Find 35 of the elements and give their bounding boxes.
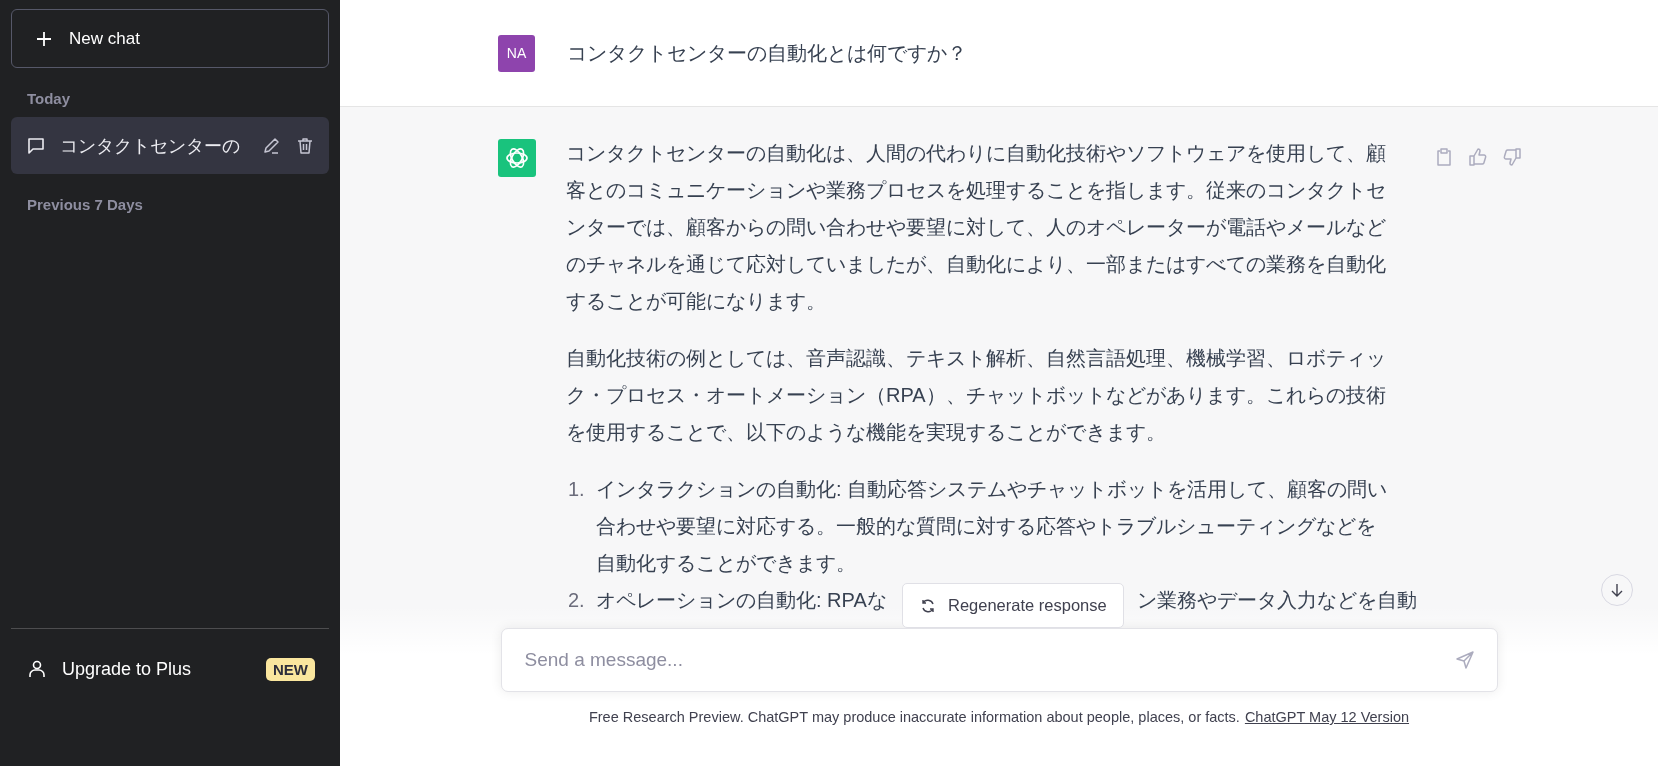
- new-badge: NEW: [266, 657, 315, 681]
- trash-icon[interactable]: [295, 135, 315, 156]
- edit-icon[interactable]: [261, 135, 281, 156]
- thumbs-up-icon[interactable]: [1468, 147, 1488, 167]
- list-item-text: オペレーションの自動化: RPAな: [596, 589, 887, 611]
- assistant-logo-icon: [498, 139, 536, 177]
- scroll-down-button[interactable]: [1601, 574, 1633, 606]
- user-icon: [28, 659, 46, 679]
- user-avatar: NA: [498, 34, 535, 72]
- list-item-text: ン業務やデータ入力などを自動: [1136, 589, 1417, 611]
- regenerate-response-button[interactable]: Regenerate response: [902, 583, 1124, 628]
- user-message: コンタクトセンターの自動化とは何ですか？: [567, 40, 967, 66]
- thumbs-down-icon[interactable]: [1502, 147, 1522, 167]
- response-paragraph: コンタクトセンターの自動化は、人間の代わりに自動化技術やソフトウェアを使用して、顧客とのコミュニケーションや業務プロセスを処理することを指します。従来のコンタクトセンターでは、顧客からの問い合わせや要望に対して、人のオペレーターが電話やメールなどのチャネルを通じて応対していましたが、自動化により、一部またはすべての業務を自動化することが可能になります。: [566, 141, 1387, 314]
- arrow-down-icon: [1609, 582, 1625, 598]
- section-heading: Previous 7 Days: [26, 196, 144, 213]
- version-link[interactable]: ChatGPT May 12 Version: [1244, 709, 1410, 725]
- copy-icon[interactable]: [1434, 147, 1454, 167]
- chat-bubble-icon: [26, 135, 46, 156]
- send-icon[interactable]: [1454, 650, 1475, 670]
- list-item-text: インタラクションの自動化: 自動応答システムやチャットボットを活用して、顧客の問い合わせや要望に対応する。一般的な質問に対する応答やトラブルシューティングなどを自動化することができます。: [596, 478, 1388, 574]
- new-chat-button[interactable]: New chat: [11, 9, 329, 68]
- upgrade-label: Upgrade to Plus: [62, 658, 193, 680]
- message-input[interactable]: Send a message...: [522, 648, 1455, 672]
- disclaimer-text: Free Research Preview. ChatGPT may produce inaccurate information about people, places, or facts.: [588, 709, 1240, 725]
- response-paragraph: 自動化技術の例としては、音声認識、テキスト解析、自然言語処理、機械学習、ロボティック・プロセス・オートメーション（RPA）、チャットボットなどがあります。これらの技術を使用することで、以下のような機能を実現することができます。: [566, 346, 1387, 445]
- section-heading: Today: [26, 90, 72, 107]
- list-number: 1.: [567, 477, 586, 502]
- plus-icon: [35, 29, 53, 48]
- upgrade-row[interactable]: Upgrade to Plus NEW: [11, 649, 329, 689]
- refresh-icon: [920, 597, 936, 614]
- message-field[interactable]: Send a message...: [500, 628, 1498, 692]
- chat-history-item[interactable]: コンタクトセンターの: [11, 117, 329, 174]
- chat-title: コンタクトセンターの: [60, 134, 241, 158]
- list-number: 2.: [567, 588, 586, 613]
